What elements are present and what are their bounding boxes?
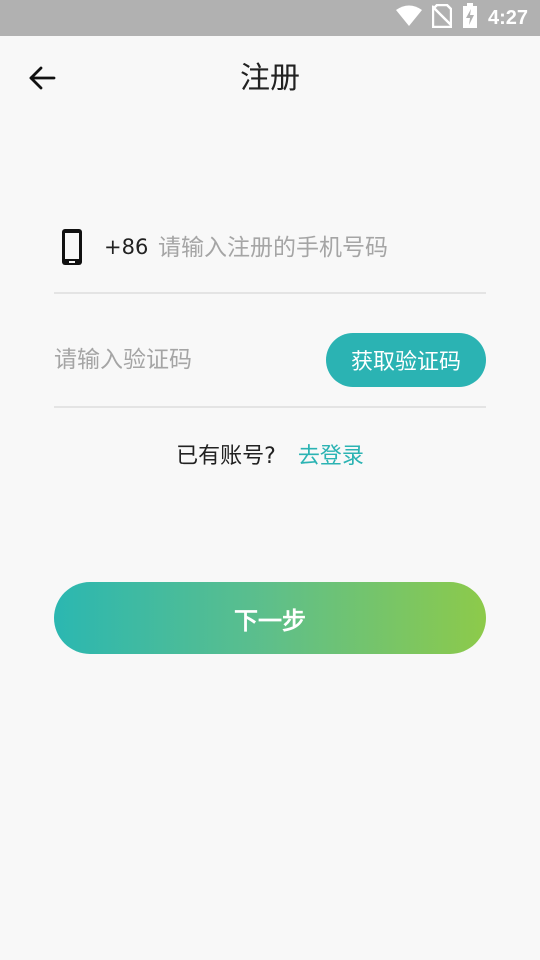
- next-button[interactable]: 下一步: [54, 582, 486, 654]
- status-bar: 4:27: [0, 0, 540, 36]
- no-sim-icon: [431, 3, 453, 32]
- go-login-link[interactable]: 去登录: [298, 444, 364, 469]
- login-prompt-text: 已有账号?: [176, 444, 276, 469]
- code-row: 获取验证码: [54, 294, 486, 408]
- login-prompt: 已有账号? 去登录: [0, 440, 540, 474]
- get-code-button[interactable]: 获取验证码: [326, 333, 486, 387]
- battery-charging-icon: [462, 3, 478, 33]
- register-screen: 4:27 注册 +86 获取验证码 已有账号? 去登录: [0, 0, 540, 960]
- verification-code-input[interactable]: [54, 340, 304, 380]
- smartphone-icon: [58, 228, 86, 266]
- status-time: 4:27: [487, 7, 528, 29]
- app-bar: 注册: [0, 36, 540, 120]
- status-icons: 4:27: [395, 0, 528, 36]
- wifi-icon: [395, 5, 422, 31]
- country-code[interactable]: +86: [104, 232, 148, 262]
- phone-row: +86: [54, 210, 486, 294]
- phone-input[interactable]: [158, 228, 478, 268]
- page-title: 注册: [240, 61, 300, 96]
